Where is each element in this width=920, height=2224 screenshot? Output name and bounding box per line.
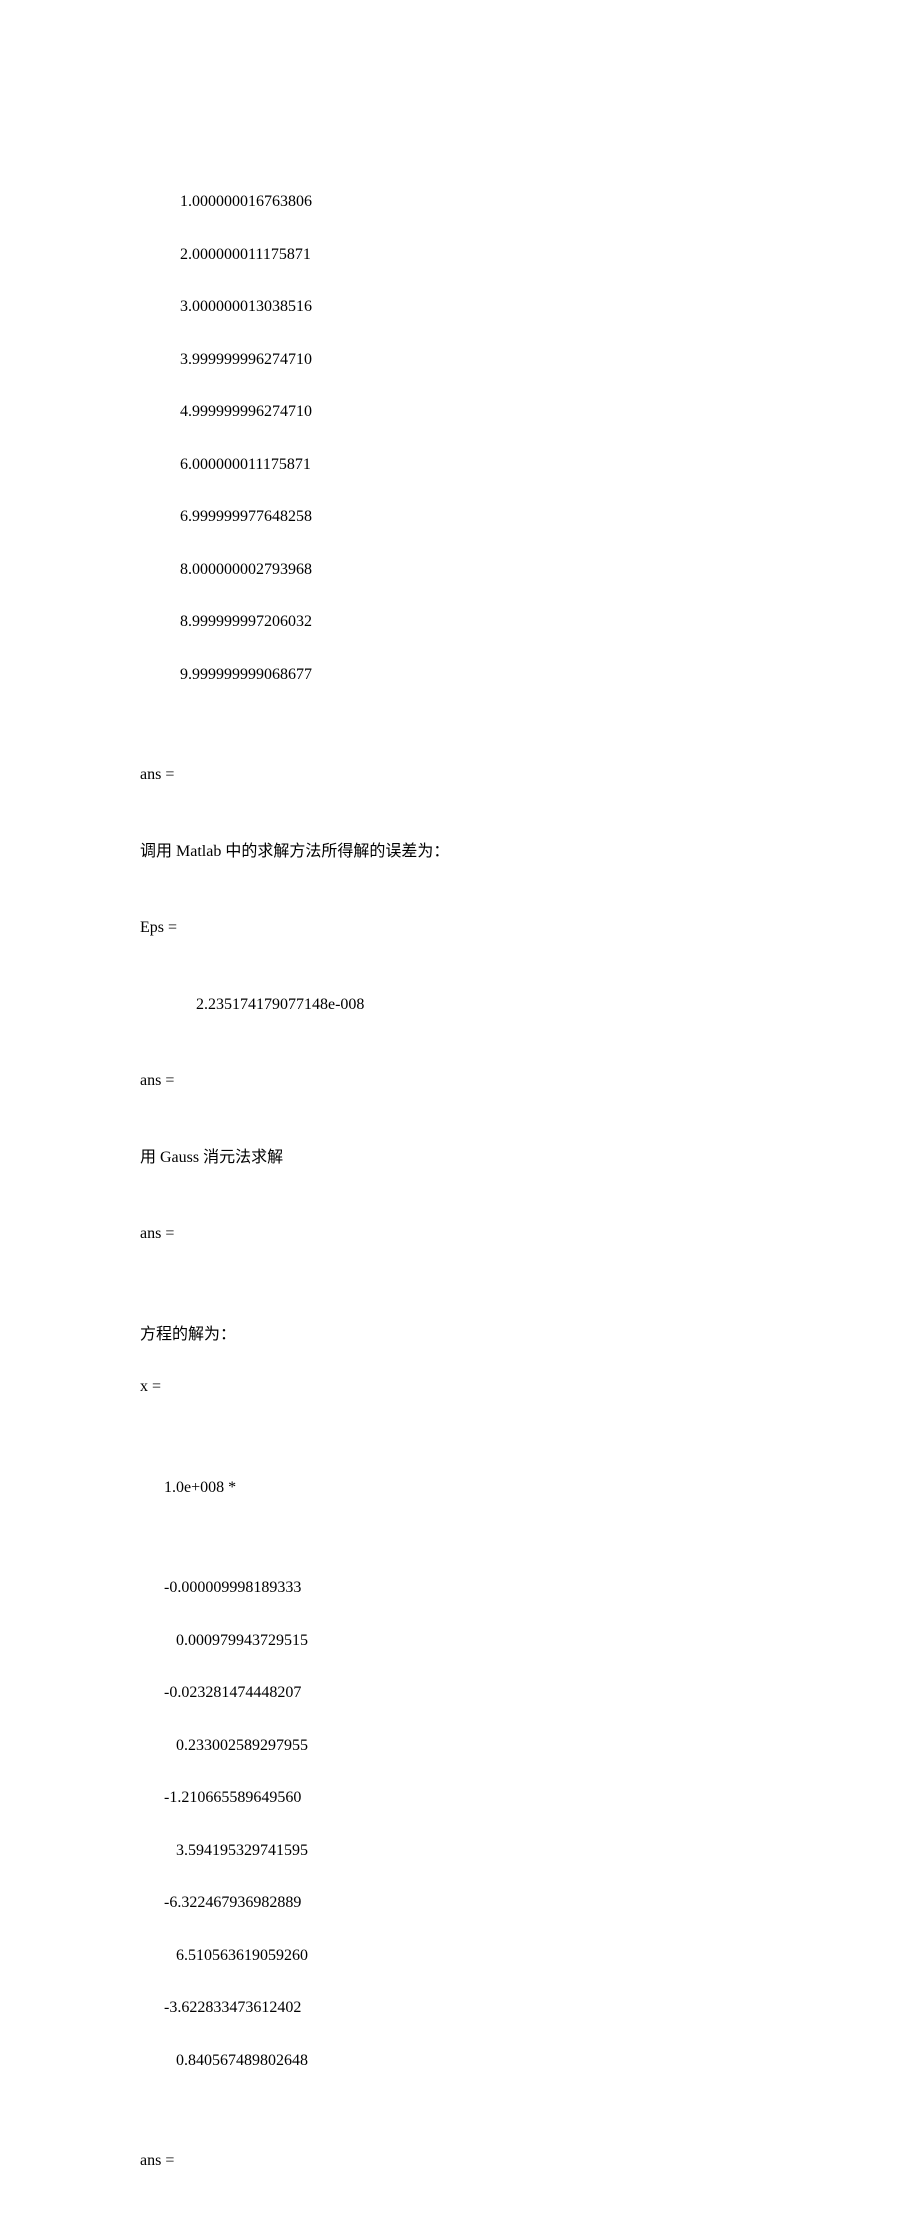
value-line: 3.000000013038516 [180,293,780,322]
text-solution: 方程的解为： [140,1321,780,1350]
ans-label: ans = [140,2147,780,2176]
value-line: 6.999999977648258 [180,503,780,532]
value-line: 8.999999997206032 [180,608,780,637]
x-label: x = [140,1373,780,1402]
value-line: 6.510563619059260 [164,1942,780,1971]
value-line: -1.210665589649560 [164,1784,780,1813]
value-line: 2.000000011175871 [180,241,780,270]
value-line: 0.000979943729515 [164,1627,780,1656]
value-line: 4.999999996274710 [180,398,780,427]
document-content: 1.000000016763806 2.000000011175871 3.00… [140,140,780,2224]
value-line: 3.594195329741595 [164,1837,780,1866]
value-line: -3.622833473612402 [164,1994,780,2023]
value-line: 9.999999999068677 [180,661,780,690]
multiplier: 1.0e+008 * [140,1474,780,1503]
value-line: -0.023281474448207 [164,1679,780,1708]
text-gauss: 用 Gauss 消元法求解 [140,1144,780,1173]
ans-label: ans = [140,1220,780,1249]
value-line: -0.000009998189333 [164,1574,780,1603]
text-matlab-error: 调用 Matlab 中的求解方法所得解的误差为： [140,838,780,867]
values-block-2: -0.000009998189333 0.000979943729515 -0.… [140,1550,780,2099]
ans-label: ans = [140,1067,780,1096]
value-line: 3.999999996274710 [180,346,780,375]
value-line: -6.322467936982889 [164,1889,780,1918]
eps-value: 2.235174179077148e-008 [140,991,780,1020]
ans-label: ans = [140,761,780,790]
values-block-1: 1.000000016763806 2.000000011175871 3.00… [140,164,780,713]
value-line: 0.840567489802648 [164,2047,780,2076]
eps-label: Eps = [140,914,780,943]
value-line: 6.000000011175871 [180,451,780,480]
solution-block: 方程的解为： x = [140,1297,780,1450]
value-line: 0.233002589297955 [164,1732,780,1761]
value-line: 8.000000002793968 [180,556,780,585]
value-line: 1.000000016763806 [180,188,780,217]
